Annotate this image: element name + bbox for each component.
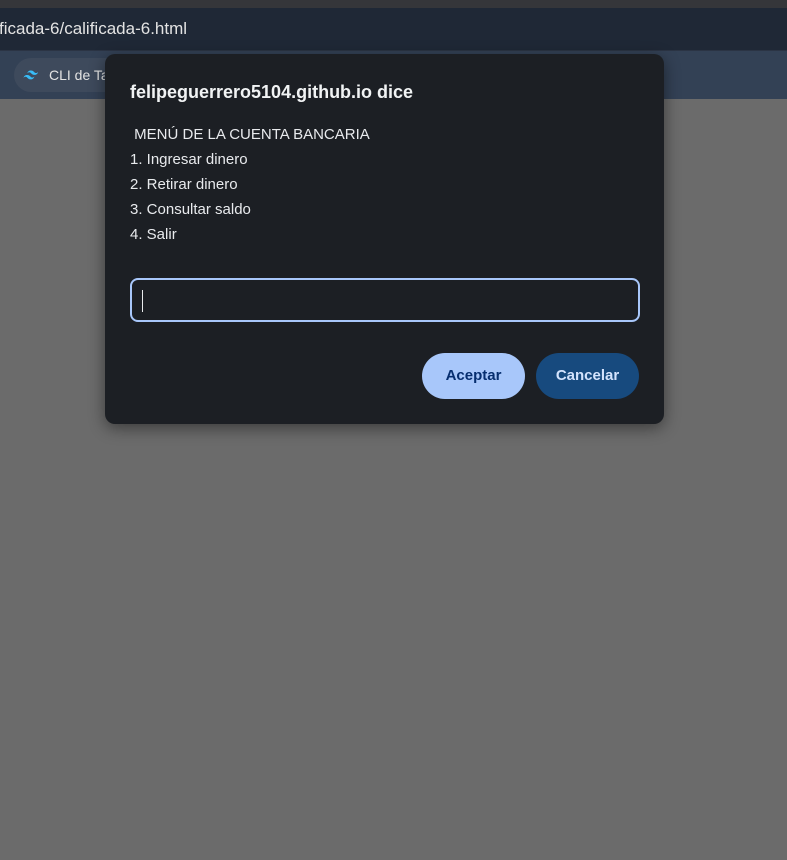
window-top-strip [0,0,787,8]
accept-button[interactable]: Aceptar [422,353,525,399]
menu-option-2: 2. Retirar dinero [130,176,238,193]
bookmark-label: CLI de Ta [49,67,109,83]
prompt-dialog: felipeguerrero5104.github.io dice MENÚ D… [105,54,664,424]
tailwind-logo-icon [23,70,39,80]
address-bar[interactable]: ficada-6/calificada-6.html [0,8,787,51]
dialog-message: MENÚ DE LA CUENTA BANCARIA 1. Ingresar d… [130,122,370,247]
menu-option-1: 1. Ingresar dinero [130,151,248,168]
menu-option-4: 4. Salir [130,226,177,243]
menu-option-3: 3. Consultar saldo [130,201,251,218]
menu-heading: MENÚ DE LA CUENTA BANCARIA [130,126,370,143]
text-caret [142,290,143,312]
prompt-input[interactable] [130,278,640,322]
cancel-button[interactable]: Cancelar [536,353,639,399]
dialog-title: felipeguerrero5104.github.io dice [130,82,414,102]
address-url-text[interactable]: ficada-6/calificada-6.html [0,8,187,50]
